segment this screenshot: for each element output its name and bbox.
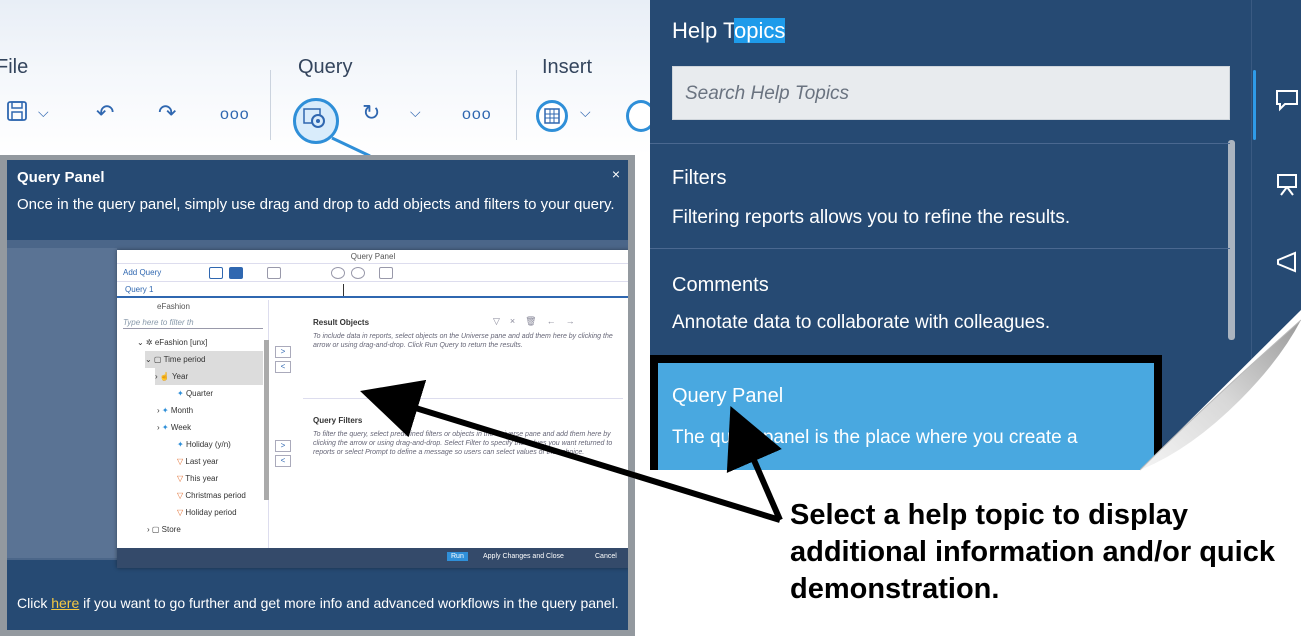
undo-icon[interactable]: ↶ bbox=[96, 100, 114, 126]
tree-item[interactable]: ▽ This year bbox=[177, 470, 218, 487]
filter-toggle-icon[interactable] bbox=[229, 267, 243, 279]
universe-pane: eFashion Type here to filter th ⌄ ✲ eFas… bbox=[117, 300, 269, 550]
query-tab-bar: Query 1 bbox=[117, 282, 628, 298]
insert-group-label: Insert bbox=[542, 56, 593, 78]
query-panel-tooltip-description: Once in the query panel, simply use drag… bbox=[17, 196, 615, 213]
universe-name: eFashion bbox=[157, 302, 190, 311]
link-icon[interactable] bbox=[331, 267, 345, 279]
window-toolbar: Add Query bbox=[117, 264, 628, 282]
table-icon bbox=[544, 108, 560, 124]
run-button[interactable]: Run bbox=[447, 552, 468, 561]
chevron-right-icon[interactable]: > bbox=[275, 346, 291, 358]
tree-item[interactable]: ✦ Holiday (y/n) bbox=[177, 436, 231, 453]
annotation-caption: Select a help topic to display additiona… bbox=[790, 499, 1275, 605]
pointer-arrows bbox=[360, 380, 783, 523]
add-result-arrows: > < bbox=[275, 346, 291, 376]
tree-item[interactable]: ✦ Quarter bbox=[177, 385, 213, 402]
toolbar-divider bbox=[270, 70, 271, 140]
tree-item[interactable]: ▽ Christmas period bbox=[177, 487, 246, 504]
presentation-icon[interactable] bbox=[1275, 172, 1301, 204]
sql-icon[interactable] bbox=[379, 267, 393, 279]
tree-scrollbar[interactable] bbox=[264, 340, 269, 500]
comment-icon[interactable] bbox=[1275, 88, 1301, 118]
chevron-down-icon[interactable]: ⌵ bbox=[410, 104, 421, 121]
megaphone-icon[interactable] bbox=[1275, 250, 1301, 282]
tab-query-1[interactable]: Query 1 bbox=[125, 285, 153, 294]
callout-line bbox=[331, 136, 371, 156]
topic-description: Filtering reports allows you to refine t… bbox=[672, 207, 1071, 228]
window-footer: Run Apply Changes and Close Cancel bbox=[117, 548, 628, 568]
tree-item[interactable]: › ☝ Year bbox=[155, 368, 263, 385]
tree-filter-input[interactable]: Type here to filter th bbox=[123, 318, 263, 329]
toolbar-divider bbox=[516, 70, 517, 140]
topic-title: Filters bbox=[672, 167, 727, 189]
page-curl-decoration bbox=[1140, 310, 1301, 480]
tree-item[interactable]: › ✦ Week bbox=[157, 419, 191, 436]
tree-item[interactable]: ▽ Last year bbox=[177, 453, 218, 470]
query-group-label: Query bbox=[298, 56, 353, 78]
cancel-button[interactable]: Cancel bbox=[595, 553, 617, 560]
topic-description: Annotate data to collaborate with collea… bbox=[672, 312, 1051, 333]
add-filter-arrows: > < bbox=[275, 440, 291, 470]
panel-toggle-icon[interactable] bbox=[209, 267, 223, 279]
chevron-left-icon[interactable]: < bbox=[275, 455, 291, 467]
refresh-icon[interactable]: ↻ bbox=[362, 100, 380, 126]
arrow-to-help-topic bbox=[726, 405, 783, 522]
file-group-label: File bbox=[0, 56, 29, 78]
arrow-to-query-panel bbox=[360, 380, 781, 523]
result-objects-title: Result Objects bbox=[313, 318, 370, 327]
more-info-link[interactable]: here bbox=[51, 595, 79, 611]
more-options-icon[interactable]: ooo bbox=[462, 106, 492, 124]
insert-table-button[interactable] bbox=[536, 100, 568, 132]
more-options-icon[interactable]: ooo bbox=[220, 106, 250, 124]
text-cursor bbox=[343, 284, 344, 296]
save-icon[interactable] bbox=[6, 100, 28, 128]
app-toolbar: File Query Insert ⌵ ↶ ↷ ooo ↻ ⌵ ooo ⌵ bbox=[0, 0, 656, 156]
help-search-input[interactable]: Search Help Topics bbox=[672, 66, 1230, 120]
result-objects-hint: To include data in reports, select objec… bbox=[313, 333, 613, 349]
background-app-sidebar bbox=[7, 248, 117, 558]
help-topic-filters[interactable]: Filters Filtering reports allows you to … bbox=[650, 143, 1230, 248]
query-gear-icon bbox=[303, 108, 325, 128]
globe-icon[interactable] bbox=[351, 267, 365, 279]
active-indicator bbox=[1253, 70, 1256, 140]
tree-item[interactable]: ⌄ ✲ eFashion [unx] bbox=[137, 334, 207, 351]
tree-item[interactable]: ▽ Holiday period bbox=[177, 504, 237, 521]
help-panel-title: Help Topics bbox=[672, 18, 786, 43]
chevron-down-icon[interactable]: ⌵ bbox=[580, 104, 591, 121]
tree-item[interactable]: › ✦ Month bbox=[157, 402, 193, 419]
tree-item[interactable]: › ▢ Store bbox=[147, 521, 181, 538]
redo-icon[interactable]: ↷ bbox=[158, 100, 176, 126]
grid-icon[interactable] bbox=[267, 267, 281, 279]
tree-item[interactable]: ⌄ ▢ Time period bbox=[145, 351, 263, 368]
topic-title: Comments bbox=[672, 274, 769, 296]
close-icon[interactable]: × bbox=[612, 166, 620, 182]
chevron-down-icon[interactable]: ⌵ bbox=[38, 104, 49, 121]
query-panel-tooltip-footer: Click here if you want to go further and… bbox=[17, 595, 619, 611]
chevron-left-icon[interactable]: < bbox=[275, 361, 291, 373]
result-objects-tools[interactable]: ▽×🗑←→ bbox=[493, 316, 585, 327]
apply-changes-button[interactable]: Apply Changes and Close bbox=[483, 553, 564, 560]
query-panel-tooltip-title: Query Panel bbox=[17, 169, 105, 186]
add-query-button[interactable]: Add Query bbox=[123, 268, 161, 277]
window-title: Query Panel bbox=[117, 250, 628, 264]
chevron-right-icon[interactable]: > bbox=[275, 440, 291, 452]
